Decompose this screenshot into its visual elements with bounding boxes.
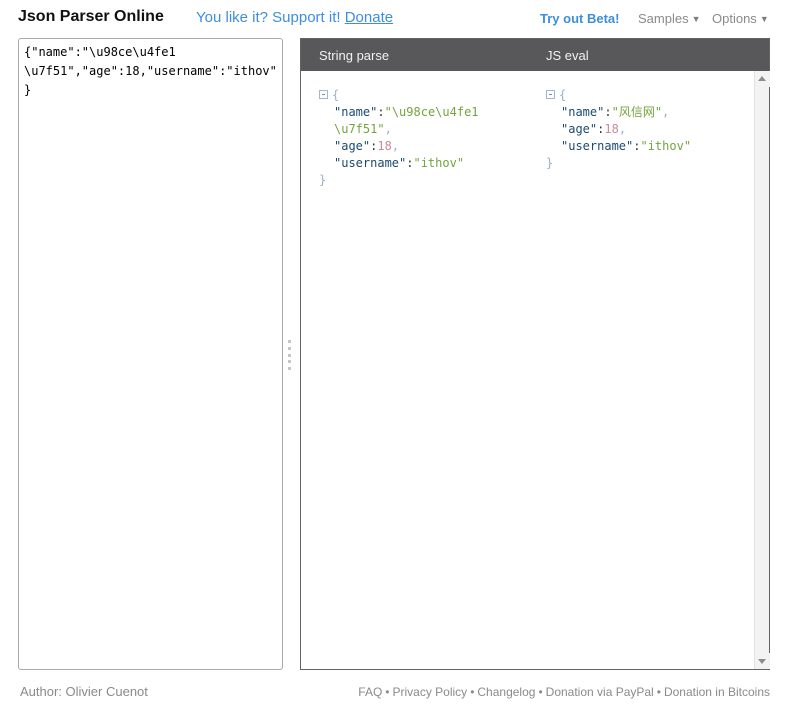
json-token-number: 18 xyxy=(604,122,618,136)
triangle-down-icon xyxy=(758,659,766,664)
string-parse-column-title: String parse xyxy=(319,48,389,63)
donate-link[interactable]: Donate xyxy=(345,9,393,26)
json-tree-line: \u7f51", xyxy=(319,121,534,138)
resizer-dot xyxy=(288,360,291,363)
resizer-dot xyxy=(288,340,291,343)
chevron-down-icon: ▼ xyxy=(760,14,769,24)
json-token-key: "age" xyxy=(561,122,597,136)
json-token-punct: , xyxy=(385,122,392,136)
scrollbar-down-button[interactable] xyxy=(755,653,770,669)
json-token-string: \u7f51" xyxy=(334,122,385,136)
json-token-colon: : xyxy=(604,105,611,119)
json-token-string: "风信网" xyxy=(612,105,662,119)
json-tree-js-eval: {"name":"风信网","age":18,"username":"ithov… xyxy=(546,87,746,172)
result-panel-body: {"name":"\u98ce\u4fe1\u7f51","age":18,"u… xyxy=(301,71,769,669)
json-token-punct: , xyxy=(619,122,626,136)
json-token-punct: } xyxy=(546,156,553,170)
panel-resizer-handle[interactable] xyxy=(286,340,292,370)
options-dropdown-button[interactable]: Options▼ xyxy=(712,11,769,26)
json-token-key: "username" xyxy=(561,139,633,153)
json-tree-line: "age":18, xyxy=(319,138,534,155)
json-tree-line: "name":"\u98ce\u4fe1 xyxy=(319,104,534,121)
page-title: Json Parser Online xyxy=(18,8,164,26)
json-token-string: "\u98ce\u4fe1 xyxy=(385,105,479,119)
json-token-key: "name" xyxy=(561,105,604,119)
json-token-punct: , xyxy=(662,105,669,119)
json-token-key: "username" xyxy=(334,156,406,170)
footer-link-donation-via-paypal[interactable]: Donation via PayPal xyxy=(546,685,654,699)
footer-link-separator: • xyxy=(467,685,477,699)
json-token-string: "ithov" xyxy=(640,139,691,153)
result-panel: String parse JS eval {"name":"\u98ce\u4f… xyxy=(300,38,770,670)
footer-link-changelog[interactable]: Changelog xyxy=(477,685,535,699)
footer-link-separator: • xyxy=(654,685,664,699)
chevron-down-icon: ▼ xyxy=(692,14,701,24)
json-tree-line: "username":"ithov" xyxy=(546,138,746,155)
scrollbar-up-button[interactable] xyxy=(755,71,770,87)
json-token-number: 18 xyxy=(377,139,391,153)
json-tree-line: } xyxy=(319,172,534,189)
json-tree-line: } xyxy=(546,155,746,172)
footer-author-text: Author: Olivier Cuenot xyxy=(20,684,148,699)
footer-link-privacy-policy[interactable]: Privacy Policy xyxy=(393,685,468,699)
vertical-scrollbar[interactable] xyxy=(754,71,769,669)
json-token-punct: { xyxy=(559,88,566,102)
json-tree-line: "age":18, xyxy=(546,121,746,138)
resizer-dot xyxy=(288,367,291,370)
json-parser-online-page: Json Parser Online You like it? Support … xyxy=(0,0,790,709)
support-message: You like it? Support it! Donate xyxy=(196,9,393,26)
json-tree-string-parse: {"name":"\u98ce\u4fe1\u7f51","age":18,"u… xyxy=(319,87,534,189)
triangle-up-icon xyxy=(758,76,766,81)
footer-links: FAQ•Privacy Policy•Changelog•Donation vi… xyxy=(358,685,770,699)
json-token-key: "name" xyxy=(334,105,377,119)
collapse-toggle-icon[interactable] xyxy=(319,90,328,99)
footer-link-donation-in-bitcoins[interactable]: Donation in Bitcoins xyxy=(664,685,770,699)
footer-link-separator: • xyxy=(535,685,545,699)
footer-link-separator: • xyxy=(382,685,392,699)
json-token-punct: { xyxy=(332,88,339,102)
samples-label: Samples xyxy=(638,11,689,26)
options-label: Options xyxy=(712,11,757,26)
resizer-dot xyxy=(288,354,291,357)
json-tree-line: "name":"风信网", xyxy=(546,104,746,121)
samples-dropdown-button[interactable]: Samples▼ xyxy=(638,11,701,26)
json-token-punct: } xyxy=(319,173,326,187)
json-token-key: "age" xyxy=(334,139,370,153)
collapse-toggle-icon[interactable] xyxy=(546,90,555,99)
resizer-dot xyxy=(288,347,291,350)
json-token-string: "ithov" xyxy=(413,156,464,170)
json-input[interactable]: {"name":"\u98ce\u4fe1 \u7f51","age":18,"… xyxy=(18,38,283,670)
json-token-punct: , xyxy=(392,139,399,153)
try-beta-link[interactable]: Try out Beta! xyxy=(540,11,619,26)
json-tree-line: { xyxy=(546,87,746,104)
json-tree-line: { xyxy=(319,87,534,104)
footer-link-faq[interactable]: FAQ xyxy=(358,685,382,699)
support-text: You like it? Support it! xyxy=(196,9,341,26)
json-token-colon: : xyxy=(377,105,384,119)
json-tree-line: "username":"ithov" xyxy=(319,155,534,172)
result-panel-header: String parse JS eval xyxy=(301,39,769,71)
js-eval-column-title: JS eval xyxy=(546,48,589,63)
